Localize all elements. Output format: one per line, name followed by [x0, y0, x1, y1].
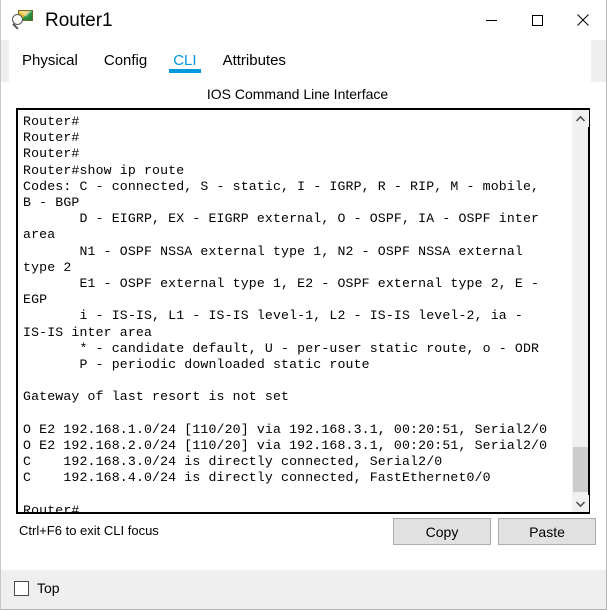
close-icon: [577, 14, 589, 26]
cli-console[interactable]: Router# Router# Router# Router#show ip r…: [16, 108, 590, 514]
chevron-up-icon: [575, 115, 586, 122]
router-cli-window: Router1 Physical Config CLI Attributes I…: [0, 0, 607, 610]
scrollbar-up-button[interactable]: [572, 110, 589, 127]
maximize-icon: [531, 14, 543, 26]
tab-bar: Physical Config CLI Attributes: [9, 40, 299, 82]
cli-output-text[interactable]: Router# Router# Router# Router#show ip r…: [18, 110, 571, 512]
chevron-down-icon: [575, 500, 586, 507]
tab-physical[interactable]: Physical: [9, 40, 91, 82]
footer-bar: [1, 570, 606, 609]
copy-button[interactable]: Copy: [393, 518, 491, 545]
cli-focus-hint: Ctrl+F6 to exit CLI focus: [19, 523, 159, 538]
paste-button[interactable]: Paste: [498, 518, 596, 545]
cli-scrollbar[interactable]: [571, 110, 589, 512]
window-title: Router1: [45, 9, 113, 31]
cli-panel: IOS Command Line Interface Router# Route…: [9, 82, 598, 570]
top-checkbox-label: Top: [37, 580, 60, 596]
close-button[interactable]: [560, 0, 606, 40]
top-checkbox-box[interactable]: [14, 580, 29, 596]
minimize-icon: [485, 19, 497, 21]
tab-cli[interactable]: CLI: [160, 40, 209, 82]
window-controls: [468, 0, 606, 40]
cli-header-label: IOS Command Line Interface: [206, 86, 389, 102]
tab-attributes[interactable]: Attributes: [210, 40, 299, 82]
router-magnifier-icon: [12, 9, 34, 31]
top-checkbox[interactable]: Top: [14, 580, 60, 596]
title-bar: Router1: [1, 0, 606, 40]
scrollbar-down-button[interactable]: [572, 495, 589, 512]
minimize-button[interactable]: [468, 0, 514, 40]
scrollbar-thumb[interactable]: [573, 447, 588, 492]
maximize-button[interactable]: [514, 0, 560, 40]
tab-config[interactable]: Config: [91, 40, 160, 82]
